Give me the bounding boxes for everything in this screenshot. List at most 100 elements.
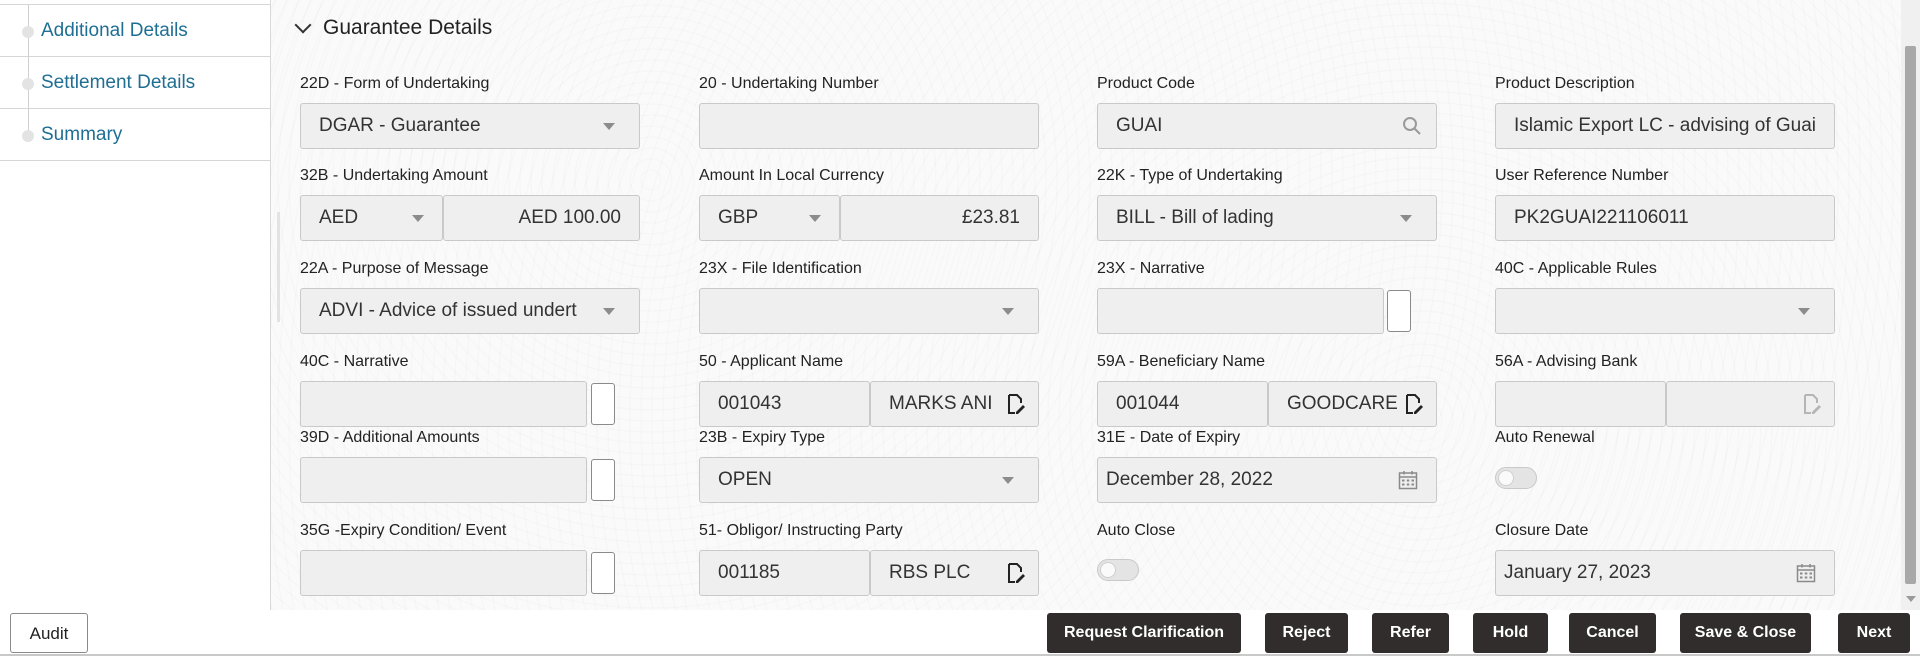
auto-close-toggle[interactable]	[1097, 559, 1139, 581]
applicant-id-input[interactable]: 001043	[699, 381, 870, 427]
chevron-down-icon[interactable]	[294, 16, 312, 34]
undertaking-amount-input[interactable]: AED 100.00	[443, 195, 640, 241]
sidebar-item-label[interactable]: Settlement Details	[41, 72, 195, 94]
next-button[interactable]: Next	[1838, 613, 1910, 653]
audit-button[interactable]: Audit	[10, 613, 88, 653]
undertaking-number-label: 20 - Undertaking Number	[699, 75, 879, 92]
sidebar-item-summary[interactable]: Summary	[0, 109, 270, 161]
auto-renewal-toggle[interactable]	[1495, 467, 1537, 489]
chevron-down-icon	[1798, 308, 1810, 315]
chevron-down-icon	[412, 215, 424, 222]
local-currency-select[interactable]: GBP	[699, 195, 840, 241]
applicable-rules-label: 40C - Applicable Rules	[1495, 260, 1657, 277]
applicable-rules-select[interactable]	[1495, 288, 1835, 334]
product-code-value: GUAI	[1116, 115, 1163, 136]
form-of-undertaking-select[interactable]: DGAR - Guarantee	[300, 103, 640, 149]
refer-button[interactable]: Refer	[1372, 613, 1449, 653]
product-description-label: Product Description	[1495, 75, 1635, 92]
obligor-label: 51- Obligor/ Instructing Party	[699, 522, 903, 539]
advising-bank-id-input[interactable]	[1495, 381, 1666, 427]
date-of-expiry-input[interactable]: December 28, 2022	[1097, 457, 1437, 503]
sidebar-item-settlement-details[interactable]: Settlement Details	[0, 57, 270, 109]
chevron-down-icon	[1400, 215, 1412, 222]
closure-date-label: Closure Date	[1495, 522, 1589, 539]
beneficiary-id-input[interactable]: 001044	[1097, 381, 1268, 427]
step-dot-icon	[22, 130, 34, 142]
additional-amounts-expand-button[interactable]	[591, 459, 615, 501]
type-of-undertaking-value: BILL - Bill of lading	[1116, 207, 1274, 228]
step-dot-icon	[22, 78, 34, 90]
request-clarification-button[interactable]: Request Clarification	[1047, 613, 1241, 653]
save-close-button[interactable]: Save & Close	[1680, 613, 1811, 653]
sidebar-item-additional-details[interactable]: Additional Details	[0, 5, 270, 57]
edit-document-icon[interactable]	[1802, 393, 1822, 415]
applicant-name-value: MARKS ANI	[889, 393, 993, 414]
undertaking-number-input[interactable]	[699, 103, 1039, 149]
product-code-label: Product Code	[1097, 75, 1195, 92]
chevron-down-icon	[1002, 477, 1014, 484]
edit-document-icon[interactable]	[1404, 393, 1424, 415]
amount-local-input[interactable]: £23.81	[840, 195, 1039, 241]
purpose-of-message-value: ADVI - Advice of issued undert	[319, 300, 577, 321]
additional-amounts-label: 39D - Additional Amounts	[300, 429, 480, 446]
reject-button[interactable]: Reject	[1265, 613, 1348, 653]
local-currency-value: GBP	[718, 207, 759, 228]
expiry-condition-expand-button[interactable]	[591, 552, 615, 594]
section-header[interactable]: Guarantee Details	[294, 16, 493, 40]
advising-bank-name-input[interactable]	[1666, 381, 1835, 427]
narrative-40c-expand-button[interactable]	[591, 383, 615, 425]
edit-document-icon[interactable]	[1006, 393, 1026, 415]
edit-document-icon[interactable]	[1006, 562, 1026, 584]
toggle-knob	[1498, 470, 1514, 486]
undertaking-currency-select[interactable]: AED	[300, 195, 443, 241]
scrollbar-thumb[interactable]	[1905, 46, 1916, 584]
main-content: Guarantee Details 22D - Form of Undertak…	[271, 0, 1901, 610]
cancel-button[interactable]: Cancel	[1569, 613, 1656, 653]
additional-amounts-input[interactable]	[300, 457, 587, 503]
beneficiary-name-label: 59A - Beneficiary Name	[1097, 353, 1266, 370]
narrative-40c-label: 40C - Narrative	[300, 353, 409, 370]
expiry-type-label: 23B - Expiry Type	[699, 429, 825, 446]
applicant-name-input[interactable]: MARKS ANI	[870, 381, 1039, 427]
amount-local-label: Amount In Local Currency	[699, 167, 884, 184]
search-icon[interactable]	[1402, 116, 1422, 136]
hold-button[interactable]: Hold	[1473, 613, 1548, 653]
vertical-scrollbar[interactable]	[1901, 0, 1920, 610]
chevron-down-icon	[603, 123, 615, 130]
obligor-id-input[interactable]: 001185	[699, 550, 870, 596]
form-of-undertaking-label: 22D - Form of Undertaking	[300, 75, 490, 92]
obligor-name-input[interactable]: RBS PLC	[870, 550, 1039, 596]
sidebar-item-label[interactable]: Summary	[41, 124, 122, 146]
file-identification-select[interactable]	[699, 288, 1039, 334]
toggle-knob	[1100, 562, 1116, 578]
purpose-of-message-label: 22A - Purpose of Message	[300, 260, 489, 277]
section-title: Guarantee Details	[323, 16, 493, 39]
calendar-icon[interactable]	[1796, 563, 1816, 583]
expiry-condition-input[interactable]	[300, 550, 587, 596]
expiry-type-value: OPEN	[718, 469, 772, 490]
panel-resize-handle[interactable]	[277, 212, 280, 322]
narrative-23x-expand-button[interactable]	[1387, 290, 1411, 332]
user-reference-label: User Reference Number	[1495, 167, 1669, 184]
type-of-undertaking-select[interactable]: BILL - Bill of lading	[1097, 195, 1437, 241]
calendar-icon[interactable]	[1398, 470, 1418, 490]
obligor-name-value: RBS PLC	[889, 562, 971, 583]
expiry-type-select[interactable]: OPEN	[699, 457, 1039, 503]
narrative-23x-input[interactable]	[1097, 288, 1384, 334]
sidebar-item-label[interactable]: Additional Details	[41, 20, 188, 42]
expiry-condition-label: 35G -Expiry Condition/ Event	[300, 522, 507, 539]
advising-bank-label: 56A - Advising Bank	[1495, 353, 1638, 370]
date-of-expiry-value: December 28, 2022	[1106, 469, 1273, 490]
closure-date-input[interactable]: January 27, 2023	[1495, 550, 1835, 596]
scroll-down-arrow-icon[interactable]	[1906, 596, 1916, 602]
user-reference-input[interactable]: PK2GUAI221106011	[1495, 195, 1835, 241]
product-code-input[interactable]: GUAI	[1097, 103, 1437, 149]
narrative-40c-input[interactable]	[300, 381, 587, 427]
beneficiary-name-input[interactable]: GOODCARE	[1268, 381, 1437, 427]
product-description-input[interactable]: Islamic Export LC - advising of Guai	[1495, 103, 1835, 149]
date-of-expiry-label: 31E - Date of Expiry	[1097, 429, 1241, 446]
purpose-of-message-select[interactable]: ADVI - Advice of issued undert	[300, 288, 640, 334]
file-identification-label: 23X - File Identification	[699, 260, 862, 277]
chevron-down-icon	[809, 215, 821, 222]
undertaking-currency-value: AED	[319, 207, 359, 228]
